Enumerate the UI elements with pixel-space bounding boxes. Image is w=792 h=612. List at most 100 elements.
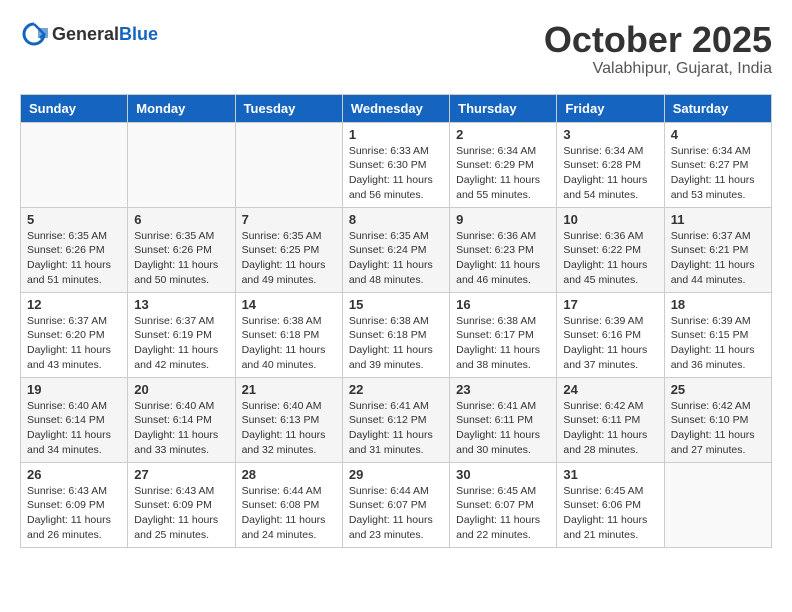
calendar-cell: 26 Sunrise: 6:43 AM Sunset: 6:09 PM Dayli… xyxy=(21,462,128,547)
day-info: Sunrise: 6:34 AM Sunset: 6:29 PM Dayligh… xyxy=(456,144,550,203)
day-info: Sunrise: 6:41 AM Sunset: 6:12 PM Dayligh… xyxy=(349,399,443,458)
day-info: Sunrise: 6:35 AM Sunset: 6:26 PM Dayligh… xyxy=(134,229,228,288)
day-info: Sunrise: 6:36 AM Sunset: 6:22 PM Dayligh… xyxy=(563,229,657,288)
calendar-cell: 16 Sunrise: 6:38 AM Sunset: 6:17 PM Dayli… xyxy=(450,292,557,377)
weekday-header-friday: Friday xyxy=(557,94,664,122)
calendar-cell: 21 Sunrise: 6:40 AM Sunset: 6:13 PM Dayli… xyxy=(235,377,342,462)
day-info: Sunrise: 6:44 AM Sunset: 6:07 PM Dayligh… xyxy=(349,484,443,543)
weekday-header-row: SundayMondayTuesdayWednesdayThursdayFrid… xyxy=(21,94,772,122)
day-number: 26 xyxy=(27,467,121,482)
calendar-cell: 30Sunrise: 6:45 AM Sunset: 6:07 PM Dayli… xyxy=(450,462,557,547)
calendar-cell: 13 Sunrise: 6:37 AM Sunset: 6:19 PM Dayli… xyxy=(128,292,235,377)
page-header: GeneralBlue October 2025 Valabhipur, Guj… xyxy=(20,20,772,78)
day-number: 17 xyxy=(563,297,657,312)
day-info: Sunrise: 6:40 AM Sunset: 6:14 PM Dayligh… xyxy=(134,399,228,458)
calendar-cell xyxy=(21,122,128,207)
calendar-cell xyxy=(235,122,342,207)
day-info: Sunrise: 6:38 AM Sunset: 6:18 PM Dayligh… xyxy=(349,314,443,373)
day-number: 3 xyxy=(563,127,657,142)
day-info: Sunrise: 6:38 AM Sunset: 6:17 PM Dayligh… xyxy=(456,314,550,373)
calendar-cell: 19Sunrise: 6:40 AM Sunset: 6:14 PM Dayli… xyxy=(21,377,128,462)
day-info: Sunrise: 6:34 AM Sunset: 6:27 PM Dayligh… xyxy=(671,144,765,203)
day-info: Sunrise: 6:40 AM Sunset: 6:13 PM Dayligh… xyxy=(242,399,336,458)
calendar-cell: 15Sunrise: 6:38 AM Sunset: 6:18 PM Dayli… xyxy=(342,292,449,377)
day-info: Sunrise: 6:42 AM Sunset: 6:11 PM Dayligh… xyxy=(563,399,657,458)
day-info: Sunrise: 6:35 AM Sunset: 6:24 PM Dayligh… xyxy=(349,229,443,288)
calendar-cell: 24 Sunrise: 6:42 AM Sunset: 6:11 PM Dayli… xyxy=(557,377,664,462)
weekday-header-monday: Monday xyxy=(128,94,235,122)
calendar-cell: 2 Sunrise: 6:34 AM Sunset: 6:29 PM Daylig… xyxy=(450,122,557,207)
day-number: 1 xyxy=(349,127,443,142)
day-number: 28 xyxy=(242,467,336,482)
day-number: 31 xyxy=(563,467,657,482)
calendar-cell: 29 Sunrise: 6:44 AM Sunset: 6:07 PM Dayli… xyxy=(342,462,449,547)
calendar-cell: 18 Sunrise: 6:39 AM Sunset: 6:15 PM Dayli… xyxy=(664,292,771,377)
day-number: 16 xyxy=(456,297,550,312)
day-info: Sunrise: 6:44 AM Sunset: 6:08 PM Dayligh… xyxy=(242,484,336,543)
calendar-cell: 22 Sunrise: 6:41 AM Sunset: 6:12 PM Dayli… xyxy=(342,377,449,462)
calendar-cell: 1 Sunrise: 6:33 AM Sunset: 6:30 PM Daylig… xyxy=(342,122,449,207)
day-number: 22 xyxy=(349,382,443,397)
day-info: Sunrise: 6:36 AM Sunset: 6:23 PM Dayligh… xyxy=(456,229,550,288)
calendar-week-row: 26 Sunrise: 6:43 AM Sunset: 6:09 PM Dayli… xyxy=(21,462,772,547)
day-info: Sunrise: 6:37 AM Sunset: 6:19 PM Dayligh… xyxy=(134,314,228,373)
logo-icon xyxy=(20,20,48,48)
day-number: 2 xyxy=(456,127,550,142)
weekday-header-saturday: Saturday xyxy=(664,94,771,122)
calendar-cell: 7 Sunrise: 6:35 AM Sunset: 6:25 PM Daylig… xyxy=(235,207,342,292)
day-info: Sunrise: 6:34 AM Sunset: 6:28 PM Dayligh… xyxy=(563,144,657,203)
day-info: Sunrise: 6:45 AM Sunset: 6:07 PM Dayligh… xyxy=(456,484,550,543)
calendar-cell: 28 Sunrise: 6:44 AM Sunset: 6:08 PM Dayli… xyxy=(235,462,342,547)
day-info: Sunrise: 6:37 AM Sunset: 6:21 PM Dayligh… xyxy=(671,229,765,288)
weekday-header-wednesday: Wednesday xyxy=(342,94,449,122)
day-info: Sunrise: 6:41 AM Sunset: 6:11 PM Dayligh… xyxy=(456,399,550,458)
day-info: Sunrise: 6:35 AM Sunset: 6:25 PM Dayligh… xyxy=(242,229,336,288)
calendar-cell: 4Sunrise: 6:34 AM Sunset: 6:27 PM Daylig… xyxy=(664,122,771,207)
day-number: 24 xyxy=(563,382,657,397)
day-info: Sunrise: 6:35 AM Sunset: 6:26 PM Dayligh… xyxy=(27,229,121,288)
calendar-cell xyxy=(664,462,771,547)
title-area: October 2025 Valabhipur, Gujarat, India xyxy=(544,20,772,78)
calendar-cell: 23Sunrise: 6:41 AM Sunset: 6:11 PM Dayli… xyxy=(450,377,557,462)
calendar-cell: 11Sunrise: 6:37 AM Sunset: 6:21 PM Dayli… xyxy=(664,207,771,292)
calendar-cell: 8 Sunrise: 6:35 AM Sunset: 6:24 PM Daylig… xyxy=(342,207,449,292)
calendar-cell: 20Sunrise: 6:40 AM Sunset: 6:14 PM Dayli… xyxy=(128,377,235,462)
weekday-header-tuesday: Tuesday xyxy=(235,94,342,122)
location-subtitle: Valabhipur, Gujarat, India xyxy=(544,60,772,78)
day-number: 7 xyxy=(242,212,336,227)
day-number: 8 xyxy=(349,212,443,227)
weekday-header-sunday: Sunday xyxy=(21,94,128,122)
day-info: Sunrise: 6:39 AM Sunset: 6:16 PM Dayligh… xyxy=(563,314,657,373)
day-number: 5 xyxy=(27,212,121,227)
day-info: Sunrise: 6:43 AM Sunset: 6:09 PM Dayligh… xyxy=(27,484,121,543)
day-number: 13 xyxy=(134,297,228,312)
day-info: Sunrise: 6:40 AM Sunset: 6:14 PM Dayligh… xyxy=(27,399,121,458)
calendar-week-row: 12 Sunrise: 6:37 AM Sunset: 6:20 PM Dayli… xyxy=(21,292,772,377)
day-info: Sunrise: 6:38 AM Sunset: 6:18 PM Dayligh… xyxy=(242,314,336,373)
day-number: 9 xyxy=(456,212,550,227)
day-info: Sunrise: 6:33 AM Sunset: 6:30 PM Dayligh… xyxy=(349,144,443,203)
calendar-cell: 3 Sunrise: 6:34 AM Sunset: 6:28 PM Daylig… xyxy=(557,122,664,207)
calendar-cell: 9 Sunrise: 6:36 AM Sunset: 6:23 PM Daylig… xyxy=(450,207,557,292)
day-info: Sunrise: 6:39 AM Sunset: 6:15 PM Dayligh… xyxy=(671,314,765,373)
day-info: Sunrise: 6:37 AM Sunset: 6:20 PM Dayligh… xyxy=(27,314,121,373)
day-info: Sunrise: 6:42 AM Sunset: 6:10 PM Dayligh… xyxy=(671,399,765,458)
calendar-table: SundayMondayTuesdayWednesdayThursdayFrid… xyxy=(20,94,772,548)
logo-general-text: General xyxy=(52,24,119,44)
calendar-cell xyxy=(128,122,235,207)
month-title: October 2025 xyxy=(544,20,772,60)
day-number: 10 xyxy=(563,212,657,227)
logo-blue-text: Blue xyxy=(119,24,158,44)
calendar-cell: 31Sunrise: 6:45 AM Sunset: 6:06 PM Dayli… xyxy=(557,462,664,547)
day-number: 12 xyxy=(27,297,121,312)
day-number: 6 xyxy=(134,212,228,227)
day-number: 18 xyxy=(671,297,765,312)
weekday-header-thursday: Thursday xyxy=(450,94,557,122)
calendar-cell: 12 Sunrise: 6:37 AM Sunset: 6:20 PM Dayli… xyxy=(21,292,128,377)
calendar-cell: 14Sunrise: 6:38 AM Sunset: 6:18 PM Dayli… xyxy=(235,292,342,377)
day-info: Sunrise: 6:43 AM Sunset: 6:09 PM Dayligh… xyxy=(134,484,228,543)
calendar-week-row: 19Sunrise: 6:40 AM Sunset: 6:14 PM Dayli… xyxy=(21,377,772,462)
day-number: 21 xyxy=(242,382,336,397)
day-number: 29 xyxy=(349,467,443,482)
calendar-week-row: 1 Sunrise: 6:33 AM Sunset: 6:30 PM Daylig… xyxy=(21,122,772,207)
